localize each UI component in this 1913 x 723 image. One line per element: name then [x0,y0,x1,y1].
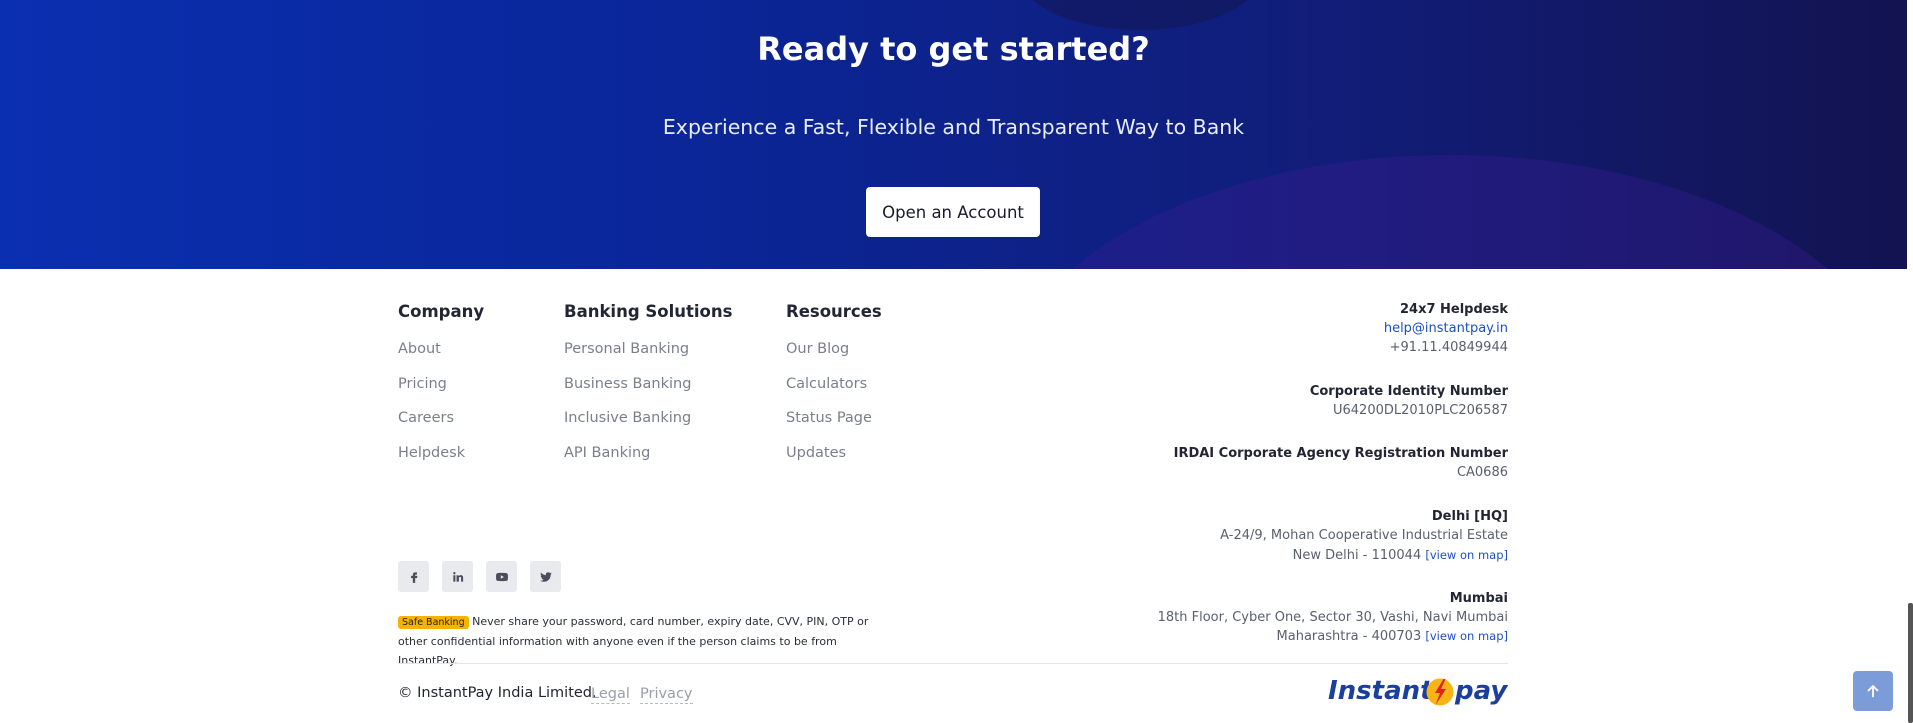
instantpay-logo[interactable]: Instant pay [1328,672,1510,708]
cta-banner: Ready to get started? Experience a Fast,… [0,0,1907,269]
linkedin-icon[interactable] [442,561,473,592]
mumbai-map-link[interactable]: [view on map] [1425,629,1508,643]
facebook-icon[interactable] [398,561,429,592]
decorative-circle [1000,155,1900,269]
delhi-address-line1: A-24/9, Mohan Cooperative Industrial Est… [1220,528,1508,543]
footer-link-api-banking[interactable]: API Banking [564,445,650,461]
safe-banking-badge: Safe Banking [398,616,469,629]
decorative-circle [1020,0,1260,30]
delhi-office-title: Delhi [HQ] [1431,509,1508,524]
scrollbar-thumb[interactable] [1908,603,1913,723]
legal-link[interactable]: Legal [591,686,630,704]
footer-link-careers[interactable]: Careers [398,410,454,426]
mumbai-pin: Maharashtra - 400703 [1276,629,1422,644]
footer-link-status-page[interactable]: Status Page [786,410,872,426]
mumbai-office-title: Mumbai [1449,591,1508,606]
cta-subtitle: Experience a Fast, Flexible and Transpar… [662,115,1245,139]
logo-text-pay: pay [1454,676,1508,706]
footer-link-calculators[interactable]: Calculators [786,376,867,392]
delhi-map-link[interactable]: [view on map] [1425,548,1508,562]
helpdesk-title: 24x7 Helpdesk [1399,302,1508,317]
resources-heading: Resources [786,302,882,321]
delhi-address-line2: New Delhi - 110044 [view on map] [1293,548,1508,563]
mumbai-address-line2: Maharashtra - 400703 [view on map] [1277,629,1508,644]
company-heading: Company [398,302,485,321]
banking-solutions-heading: Banking Solutions [564,302,733,321]
footer-link-updates[interactable]: Updates [786,445,846,461]
footer-link-pricing[interactable]: Pricing [398,376,447,392]
arrow-up-icon [1867,685,1879,698]
mumbai-address-line1: 18th Floor, Cyber One, Sector 30, Vashi,… [1157,610,1508,625]
helpdesk-phone: +91.11.40849944 [1389,340,1508,355]
safe-banking-notice: Safe Banking Never share your password, … [398,612,898,670]
footer-link-our-blog[interactable]: Our Blog [786,341,849,357]
twitter-icon[interactable] [530,561,561,592]
delhi-pin: New Delhi - 110044 [1292,548,1422,563]
cin-title: Corporate Identity Number [1309,384,1508,399]
footer-link-helpdesk[interactable]: Helpdesk [398,445,465,461]
footer-divider [398,663,1508,664]
footer-link-about[interactable]: About [398,341,441,357]
open-account-button[interactable]: Open an Account [866,187,1040,237]
cin-value: U64200DL2010PLC206587 [1333,403,1508,418]
cta-title: Ready to get started? [757,30,1150,68]
privacy-link[interactable]: Privacy [640,686,693,704]
helpdesk-email-link[interactable]: help@instantpay.in [1384,321,1508,336]
footer-link-personal-banking[interactable]: Personal Banking [564,341,689,357]
safe-banking-text: Never share your password, card number, … [398,615,869,667]
irdai-value: CA0686 [1456,465,1508,480]
copyright-text: © InstantPay India Limited. [398,685,597,701]
footer-link-inclusive-banking[interactable]: Inclusive Banking [564,410,691,426]
logo-text-instant: Instant [1328,676,1434,706]
irdai-title: IRDAI Corporate Agency Registration Numb… [1173,446,1508,461]
scroll-to-top-button[interactable] [1853,671,1893,711]
youtube-icon[interactable] [486,561,517,592]
footer-link-business-banking[interactable]: Business Banking [564,376,691,392]
